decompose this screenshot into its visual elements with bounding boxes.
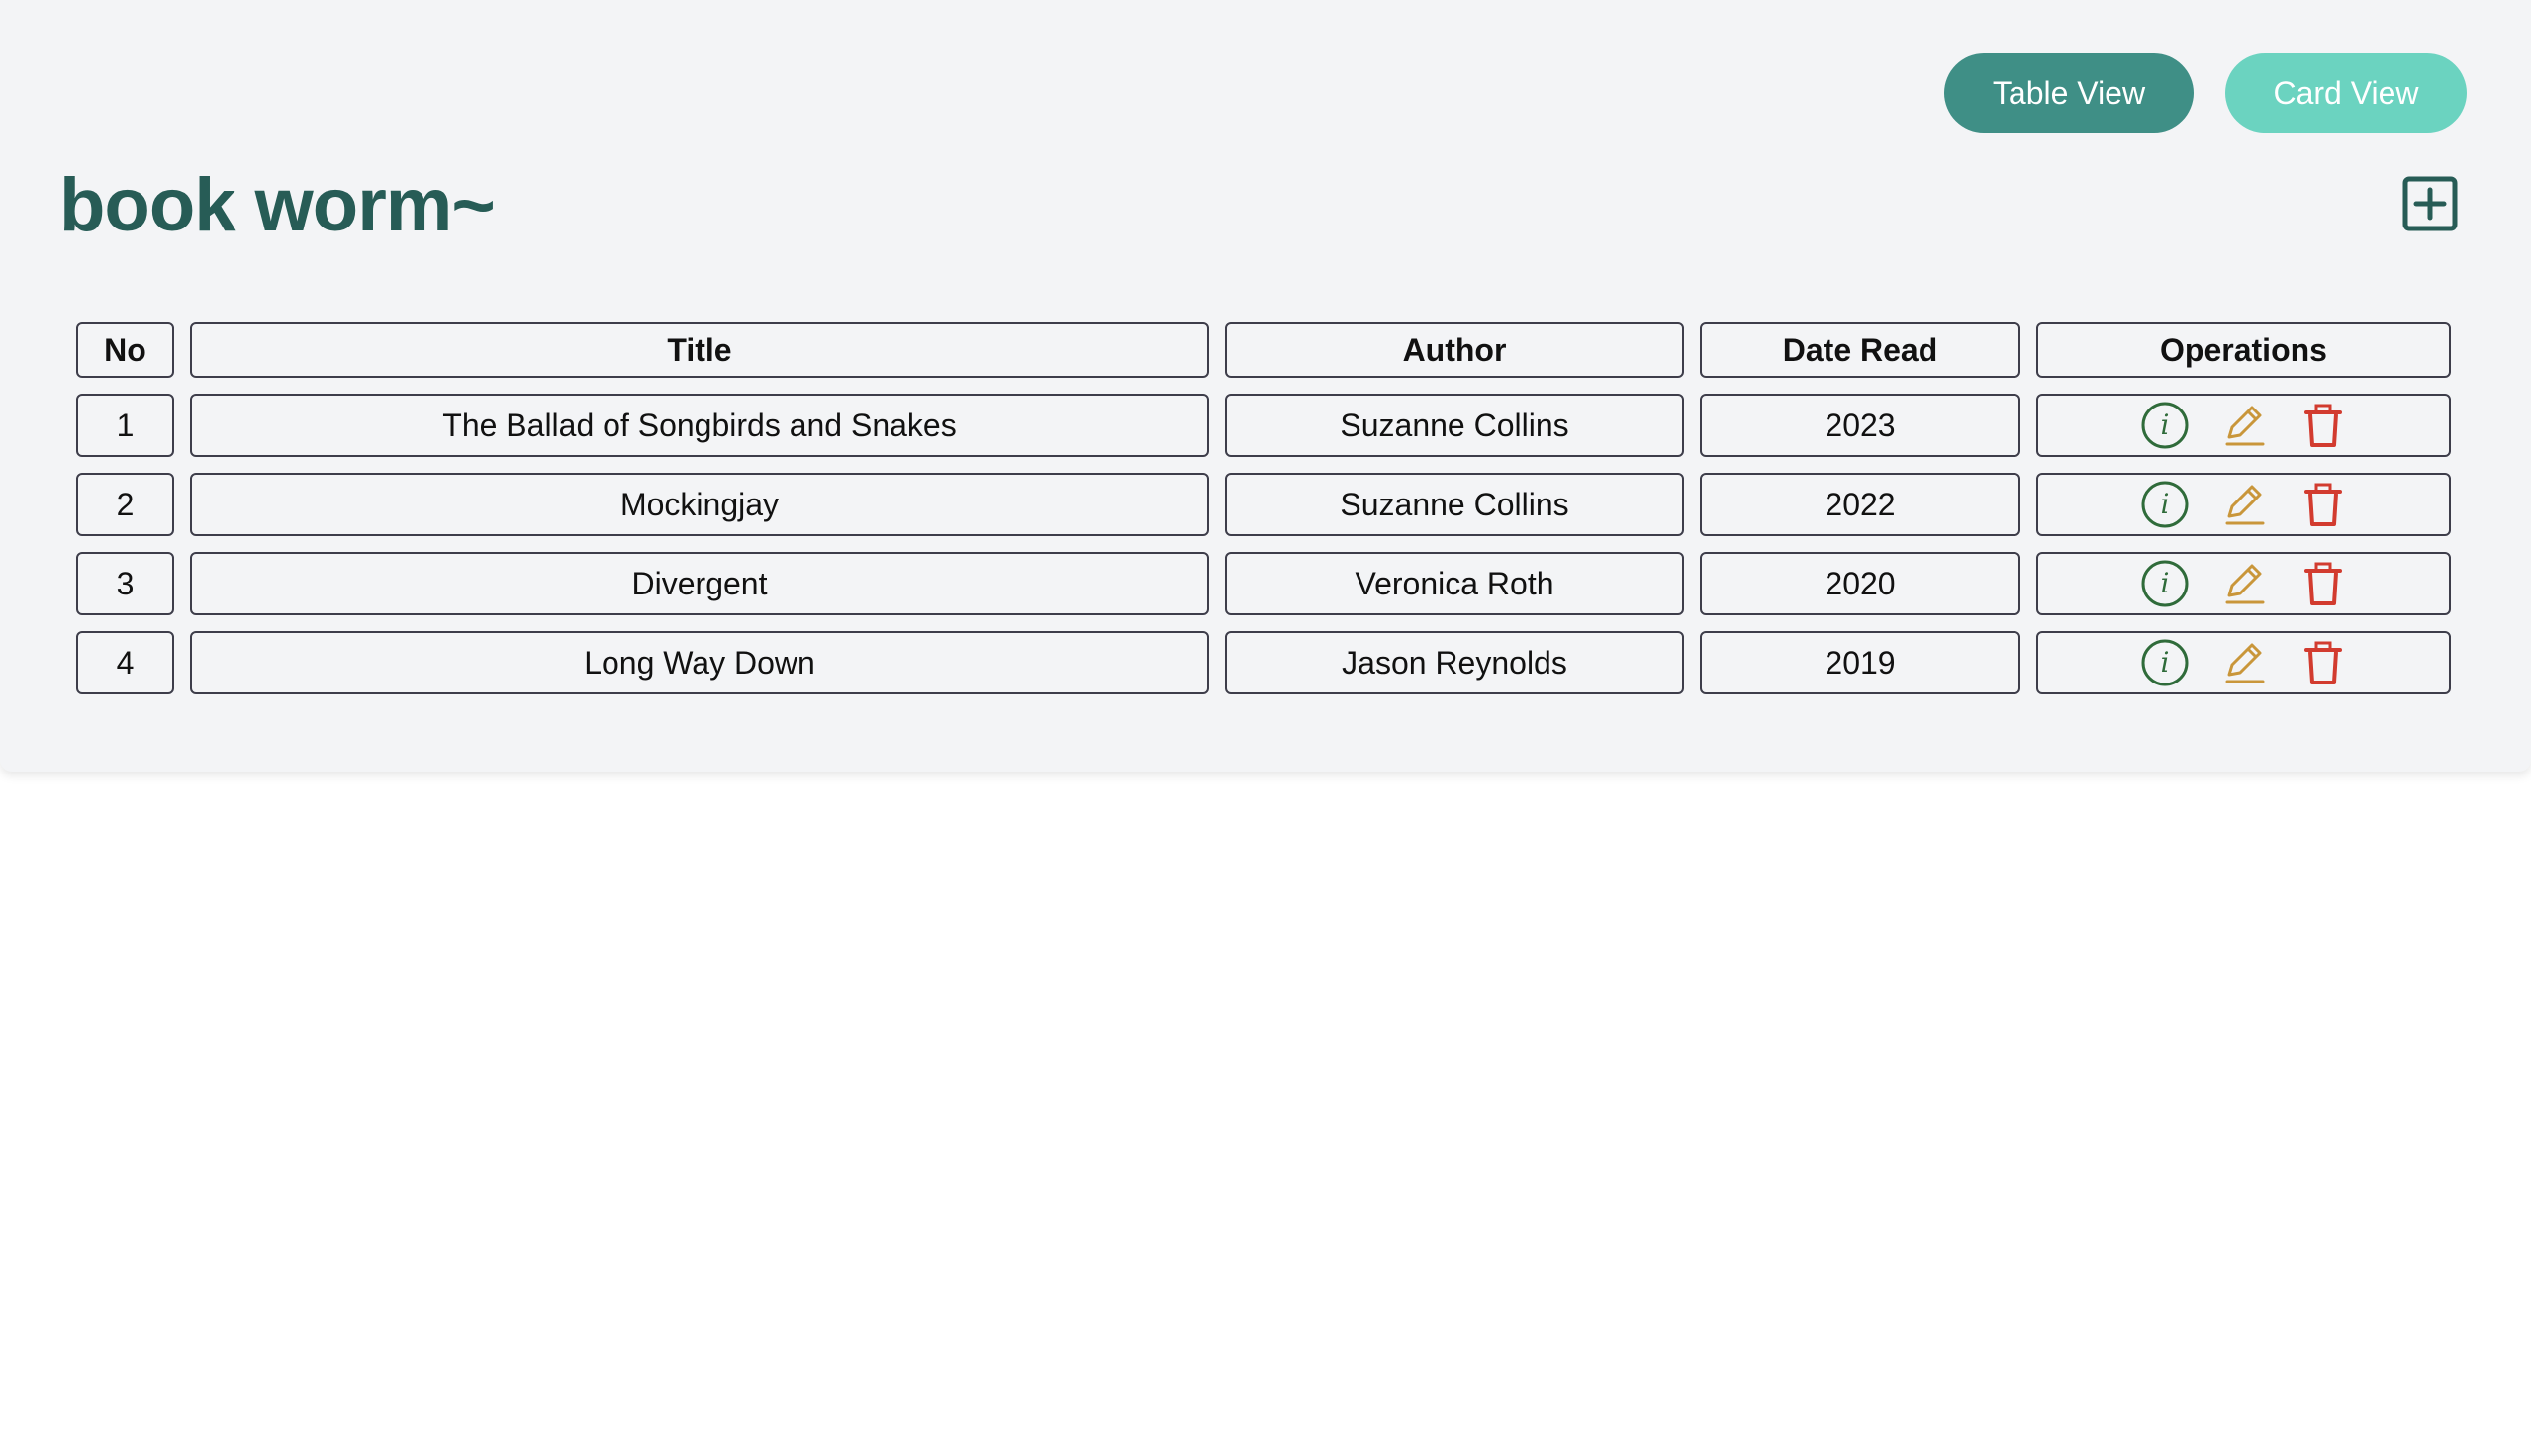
edit-button[interactable] [2219,401,2269,450]
info-button[interactable]: i [2140,401,2190,450]
trash-icon [2303,562,2342,605]
cell-date-read: 2020 [1700,552,2020,615]
column-header-date-read: Date Read [1700,322,2020,378]
column-header-author: Author [1225,322,1684,378]
delete-button[interactable] [2298,638,2348,687]
info-circle-icon: i [2141,402,2188,449]
info-button[interactable]: i [2140,559,2190,608]
cell-author: Suzanne Collins [1225,394,1684,457]
pencil-icon [2225,643,2264,683]
svg-text:i: i [2160,567,2169,599]
info-button[interactable]: i [2140,480,2190,529]
trash-icon [2303,483,2342,526]
cell-no: 2 [76,473,174,536]
cell-title: Divergent [190,552,1209,615]
trash-icon [2303,641,2342,684]
info-circle-icon: i [2141,560,2188,607]
pencil-icon [2225,406,2264,446]
cell-no: 3 [76,552,174,615]
add-book-button[interactable] [2402,176,2458,231]
column-header-no: No [76,322,174,378]
cell-no: 4 [76,631,174,694]
cell-date-read: 2022 [1700,473,2020,536]
cell-operations: i [2036,631,2451,694]
edit-button[interactable] [2219,559,2269,608]
svg-text:i: i [2160,409,2169,441]
pencil-icon [2225,564,2264,604]
edit-button[interactable] [2219,480,2269,529]
column-header-title: Title [190,322,1209,378]
card-view-button[interactable]: Card View [2225,53,2467,133]
delete-button[interactable] [2298,401,2348,450]
pencil-icon [2225,485,2264,525]
cell-date-read: 2019 [1700,631,2020,694]
delete-button[interactable] [2298,480,2348,529]
column-header-operations: Operations [2036,322,2451,378]
cell-date-read: 2023 [1700,394,2020,457]
cell-title: Long Way Down [190,631,1209,694]
info-circle-icon: i [2141,481,2188,528]
cell-operations: i [2036,473,2451,536]
table-view-button[interactable]: Table View [1944,53,2194,133]
trash-icon [2303,404,2342,447]
delete-button[interactable] [2298,559,2348,608]
cell-author: Suzanne Collins [1225,473,1684,536]
info-circle-icon: i [2141,639,2188,686]
info-button[interactable]: i [2140,638,2190,687]
cell-author: Veronica Roth [1225,552,1684,615]
cell-author: Jason Reynolds [1225,631,1684,694]
app-title: book worm~ [59,163,496,247]
cell-title: Mockingjay [190,473,1209,536]
cell-no: 1 [76,394,174,457]
svg-text:i: i [2160,646,2169,679]
cell-operations: i [2036,552,2451,615]
plus-square-icon [2402,176,2458,231]
view-toggle: Table View Card View [1944,53,2467,133]
main-panel: Table View Card View book worm~ No Title… [0,0,2531,772]
svg-text:i: i [2160,488,2169,520]
cell-title: The Ballad of Songbirds and Snakes [190,394,1209,457]
edit-button[interactable] [2219,638,2269,687]
cell-operations: i [2036,394,2451,457]
